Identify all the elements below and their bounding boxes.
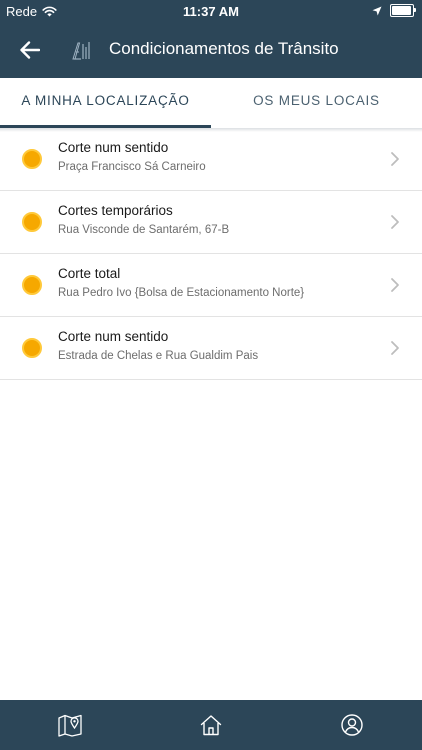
tab-bar: A MINHA LOCALIZAÇÃO OS MEUS LOCAIS bbox=[0, 78, 422, 128]
status-dot-icon bbox=[22, 275, 42, 295]
item-title: Corte num sentido bbox=[58, 140, 169, 155]
page-title: Condicionamentos de Trânsito bbox=[109, 39, 339, 58]
back-button[interactable] bbox=[16, 36, 44, 64]
tab-label: A MINHA LOCALIZAÇÃO bbox=[21, 93, 190, 108]
home-icon bbox=[200, 715, 222, 736]
list-item[interactable]: Corte total Rua Pedro Ivo {Bolsa de Esta… bbox=[0, 254, 422, 317]
list-item[interactable]: Corte num sentido Estrada de Chelas e Ru… bbox=[0, 317, 422, 380]
traffic-condition-list: Corte num sentido Praça Francisco Sá Car… bbox=[0, 128, 422, 380]
status-dot-icon bbox=[22, 338, 42, 358]
battery-fill bbox=[392, 6, 411, 15]
item-subtitle: Rua Visconde de Santarém, 67-B bbox=[58, 224, 230, 236]
status-dot-icon bbox=[22, 212, 42, 232]
nav-bar: Condicionamentos de Trânsito bbox=[0, 22, 422, 78]
chevron-right-icon bbox=[391, 341, 399, 355]
screen: Rede 11:37 AM Condicionamentos de Trânsi… bbox=[0, 0, 422, 750]
item-title: Corte num sentido bbox=[58, 329, 169, 344]
location-arrow-icon bbox=[372, 6, 382, 15]
tab-my-places[interactable]: OS MEUS LOCAIS bbox=[211, 78, 422, 128]
user-icon bbox=[340, 714, 363, 736]
tab-bar-shadow bbox=[0, 128, 422, 132]
bottom-nav-profile[interactable] bbox=[281, 700, 422, 750]
bottom-nav-map[interactable] bbox=[0, 700, 141, 750]
item-title: Corte total bbox=[58, 266, 121, 281]
item-title: Cortes temporários bbox=[58, 203, 173, 218]
tab-my-location[interactable]: A MINHA LOCALIZAÇÃO bbox=[0, 78, 211, 128]
traffic-cone-icon bbox=[72, 42, 90, 60]
arrow-left-icon bbox=[20, 41, 40, 59]
bottom-nav bbox=[0, 700, 422, 750]
status-dot-icon bbox=[22, 149, 42, 169]
item-subtitle: Rua Pedro Ivo {Bolsa de Estacionamento N… bbox=[58, 287, 305, 299]
status-bar: Rede 11:37 AM bbox=[0, 0, 422, 22]
list-item[interactable]: Corte num sentido Praça Francisco Sá Car… bbox=[0, 128, 422, 191]
bottom-nav-home[interactable] bbox=[141, 700, 282, 750]
status-right bbox=[372, 4, 416, 17]
list-item[interactable]: Cortes temporários Rua Visconde de Santa… bbox=[0, 191, 422, 254]
chevron-right-icon bbox=[391, 152, 399, 166]
chevron-right-icon bbox=[391, 278, 399, 292]
chevron-right-icon bbox=[391, 215, 399, 229]
map-pin-icon bbox=[58, 714, 82, 737]
item-subtitle: Estrada de Chelas e Rua Gualdim Pais bbox=[58, 350, 259, 362]
battery-icon bbox=[390, 4, 416, 17]
status-time: 11:37 AM bbox=[183, 4, 239, 19]
item-subtitle: Praça Francisco Sá Carneiro bbox=[58, 161, 206, 173]
tab-label: OS MEUS LOCAIS bbox=[253, 93, 380, 108]
